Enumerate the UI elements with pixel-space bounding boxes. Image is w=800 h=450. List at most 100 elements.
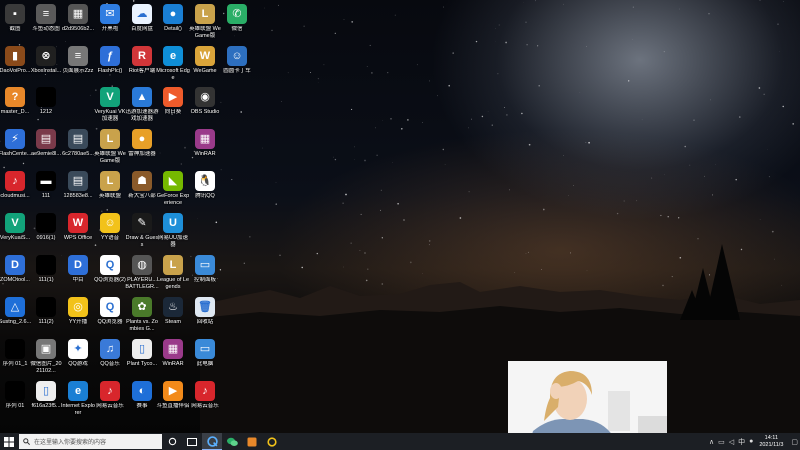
desktop-icon[interactable]: L League of Legends <box>156 255 190 290</box>
desktop-icon[interactable]: ≡ 斗鱼动态图 <box>29 4 63 33</box>
desktop-icon[interactable]: ▤ 128583e8... <box>61 171 95 200</box>
chevron-up-icon[interactable]: ∧ <box>709 438 714 446</box>
desktop-icon-image: ♨ <box>163 297 183 317</box>
desktop-icon[interactable]: ◐ 赛事 <box>125 381 159 410</box>
desktop-icon-label: cloudmusi... <box>0 193 30 199</box>
desktop-icon[interactable]: ƒ FlashPlc() <box>93 46 127 75</box>
desktop-icon-image: ◉ <box>195 87 215 107</box>
notification-icon[interactable]: ▢ <box>791 438 798 446</box>
desktop-icon[interactable]: 111(2) <box>29 297 63 326</box>
desktop-icon[interactable]: ▶ 向日葵 <box>156 87 190 116</box>
start-button[interactable] <box>0 433 17 450</box>
network-icon[interactable]: ▭ <box>718 438 725 446</box>
desktop-icon[interactable]: V VeryKuai VK加速器 <box>93 87 127 122</box>
desktop-icon[interactable]: W WeGame <box>188 46 222 75</box>
desktop-icon[interactable]: ♪ 网易云音乐 <box>93 381 127 410</box>
desktop-icon-label: 向日葵 <box>164 109 182 115</box>
desktop-icon[interactable]: ☗ 新大宝八部 <box>125 171 159 200</box>
desktop-icon[interactable]: 🐧 腾讯QQ <box>188 171 222 200</box>
desktop-icon-label: 回收站 <box>196 319 214 325</box>
desktop-icon[interactable]: ☁ 百度网盘 <box>125 4 159 33</box>
taskbar-search-box[interactable]: 在这里输入你要搜索的内容 <box>19 434 162 449</box>
desktop-icon[interactable]: ▣ 微信图片_2021102... <box>29 339 63 374</box>
desktop-icon[interactable]: 111(1) <box>29 255 63 284</box>
desktop-icon[interactable]: ▪ 截图 <box>0 4 32 33</box>
desktop-icon[interactable]: ▯ Plant Tyco... <box>125 339 159 368</box>
wechat-taskbar-button[interactable] <box>222 433 242 450</box>
yy-taskbar-button[interactable] <box>262 433 282 450</box>
desktop-icon[interactable]: 序列 01 <box>0 381 32 410</box>
desktop-icon[interactable]: ▲ 迅游加速器游戏加速器 <box>125 87 159 122</box>
desktop-icon[interactable]: L 英雄联盟 WeGame版 <box>93 129 127 164</box>
desktop-icon-label: YY开播 <box>68 319 88 325</box>
desktop-icon[interactable]: ▭ 控制面板 <box>188 255 222 284</box>
desktop-icon[interactable]: U 网易UU加速器 <box>156 213 190 248</box>
desktop-icon-label: QQ浏览器(2) <box>94 277 126 283</box>
desktop-icon[interactable]: ✎ Draw & Guess <box>125 213 159 248</box>
desktop-icon[interactable]: 1212 <box>29 87 63 116</box>
tray-app-icon[interactable]: ● <box>749 438 753 445</box>
desktop-icon[interactable]: ⚡ FlashCente... <box>0 129 32 158</box>
desktop-icon[interactable]: ✿ Plants vs. Zombies G... <box>125 297 159 332</box>
desktop-icon[interactable]: ≡ 页面展示Zzz <box>61 46 95 75</box>
desktop-icon-label: VeryKuaiS... <box>0 235 31 241</box>
desktop-icon[interactable]: L 英雄联盟 <box>93 171 127 200</box>
desktop-icon[interactable]: ☺ YY语音 <box>93 213 127 242</box>
desktop-icon[interactable]: R Riot客户端 <box>125 46 159 75</box>
desktop-icon-image: ▬ <box>36 171 56 191</box>
desktop-icon[interactable]: ⊗ XboxInstal... <box>29 46 63 75</box>
desktop-icon[interactable]: ▮ DaoVoiPro... <box>0 46 32 75</box>
desktop-icon[interactable]: 0916(1) <box>29 213 63 242</box>
desktop-icon[interactable]: ▦ WinRAR <box>188 129 222 158</box>
desktop-icon[interactable]: ▬ 111 <box>29 171 63 200</box>
desktop-icon-image: e <box>163 46 183 66</box>
desktop-icon-image <box>36 297 56 317</box>
desktop-icon[interactable]: Q QQ浏览器(2) <box>93 255 127 284</box>
desktop-icon[interactable]: ▭ 此电脑 <box>188 339 222 368</box>
task-view-button[interactable] <box>162 433 182 450</box>
desktop-icon[interactable]: ✆ 微信 <box>220 4 254 33</box>
desktop-icon[interactable]: 🗑 回收站 <box>188 297 222 326</box>
desktop-icon[interactable]: ● Detail() <box>156 4 190 33</box>
desktop-icon[interactable]: D ZOMOtool... <box>0 255 32 284</box>
desktop-icon[interactable]: ◉ OBS Studio <box>188 87 222 116</box>
desktop-icon[interactable]: ♪ cloudmusi... <box>0 171 32 200</box>
desktop-icon-image: ƒ <box>100 46 120 66</box>
desktop-icon[interactable]: ▤ 6c2780ae5... <box>61 129 95 158</box>
explorer-taskbar-button[interactable] <box>182 433 202 450</box>
desktop-icon[interactable]: ◎ YY开播 <box>61 297 95 326</box>
desktop-icon[interactable]: ▯ f616a23f5... <box>29 381 63 410</box>
desktop-icon[interactable]: ▦ WinRAR <box>156 339 190 368</box>
desktop-icon[interactable]: e Internet Explorer <box>61 381 95 416</box>
clock[interactable]: 14:11 2021/11/3 <box>759 435 783 448</box>
desktop-icon[interactable]: ♫ QQ音乐 <box>93 339 127 368</box>
desktop-icon-image: ▭ <box>195 255 215 275</box>
desktop-icon[interactable]: ▶ 斗鱼直播伴侣 <box>156 381 190 410</box>
desktop-icon[interactable]: ◣ GeForce Experience <box>156 171 190 206</box>
desktop-icon[interactable]: ✉ 开黑啦 <box>93 4 127 33</box>
desktop-icon[interactable]: V VeryKuaiS... <box>0 213 32 242</box>
desktop-icon[interactable]: △ Sustng_2.6... <box>0 297 32 326</box>
desktop-icon[interactable]: ● 雷神加速器 <box>125 129 159 158</box>
desktop-icon-label: WinRAR <box>194 151 216 157</box>
desktop-icon-image: ▯ <box>132 339 152 359</box>
ime-icon[interactable]: 中 <box>738 437 745 447</box>
desktop-icon[interactable]: L 英雄联盟 WeGame版 <box>188 4 222 39</box>
desktop-icon[interactable]: ✦ QQ游戏 <box>61 339 95 368</box>
desktop-icon[interactable]: Q QQ浏览器 <box>93 297 127 326</box>
desktop-icon[interactable]: W WPS Office <box>61 213 95 242</box>
desktop-icon[interactable]: ♨ Steam <box>156 297 190 326</box>
volume-icon[interactable]: ◁ <box>729 438 734 446</box>
desktop-icon[interactable]: ☺ 圆圆卡丁车 <box>220 46 254 75</box>
qq-browser-taskbar-button[interactable] <box>202 433 222 450</box>
desktop-icon[interactable]: ? master_D... <box>0 87 32 116</box>
desktop-icon[interactable]: ▤ ae9emie8l... <box>29 129 63 158</box>
desktop-icon[interactable]: 序列 01_1 <box>0 339 32 368</box>
desktop-icon[interactable]: ◍ PLAYERU... BATTLEGR... <box>125 255 159 290</box>
desktop-icon[interactable]: e Microsoft Edge <box>156 46 190 81</box>
app-taskbar-button[interactable] <box>242 433 262 450</box>
desktop-icon[interactable]: ♪ 网易云音乐 <box>188 381 222 410</box>
desktop-icon-image: ♪ <box>100 381 120 401</box>
desktop-icon[interactable]: D 中目 <box>61 255 95 284</box>
desktop-icon[interactable]: ▦ d2d9506b2... <box>61 4 95 33</box>
